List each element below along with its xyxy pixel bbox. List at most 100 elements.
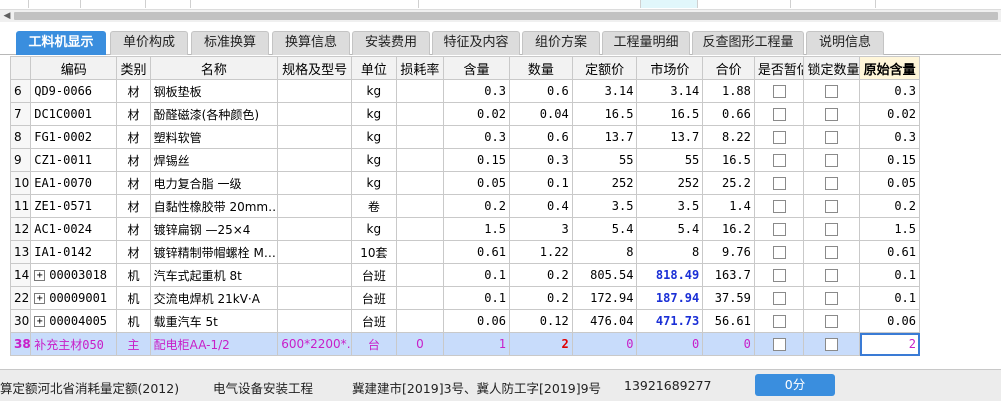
- cell-original-content[interactable]: 0.1: [859, 286, 920, 310]
- cell-unit[interactable]: 台班: [351, 263, 397, 287]
- cell-name[interactable]: 载重汽车 5t: [149, 309, 279, 333]
- cell-unit[interactable]: kg: [351, 102, 397, 126]
- cell-total-price[interactable]: 37.59: [702, 286, 755, 310]
- checkbox[interactable]: [825, 223, 839, 236]
- cell-quantity[interactable]: 0.6: [508, 125, 573, 149]
- cell-total-price[interactable]: 1.4: [702, 194, 755, 218]
- cell-lock-quantity[interactable]: [803, 309, 861, 333]
- cell-original-content[interactable]: 0.15: [859, 148, 920, 172]
- cell-market-price[interactable]: 16.5: [636, 102, 704, 126]
- cell-lock-quantity[interactable]: [803, 148, 861, 172]
- cell-original-content[interactable]: 0.05: [859, 171, 920, 195]
- header-lock-quantity[interactable]: 锁定数量: [803, 56, 861, 80]
- cell-content[interactable]: 1.5: [443, 217, 510, 241]
- cell-quantity[interactable]: 0.2: [508, 286, 573, 310]
- cell-quantity[interactable]: 3: [508, 217, 573, 241]
- cell-spec[interactable]: 600*2200*…: [277, 332, 353, 356]
- cell-content[interactable]: 0.61: [443, 240, 510, 264]
- checkbox[interactable]: [825, 315, 839, 328]
- cell-lock-quantity[interactable]: [803, 79, 861, 103]
- checkbox[interactable]: [825, 246, 839, 259]
- cell-total-price[interactable]: 0.66: [702, 102, 755, 126]
- tab-pricing-scheme[interactable]: 组价方案: [522, 31, 600, 55]
- cell-quantity[interactable]: 0.1: [508, 171, 573, 195]
- cell-market-price[interactable]: 252: [636, 171, 704, 195]
- cell-lock-quantity[interactable]: [803, 217, 861, 241]
- cell-total-price[interactable]: 56.61: [702, 309, 755, 333]
- cell-spec[interactable]: [277, 309, 353, 333]
- upper-grid-selected-cell[interactable]: [640, 0, 698, 8]
- cell-market-price[interactable]: 3.14: [636, 79, 704, 103]
- cell-unit[interactable]: 台班: [351, 309, 397, 333]
- cell-original-content[interactable]: 2: [859, 332, 920, 356]
- checkbox[interactable]: [772, 108, 786, 121]
- cell-loss-rate[interactable]: [395, 79, 445, 103]
- cell-is-estimate[interactable]: [753, 263, 805, 287]
- tab-unit-price-composition[interactable]: 单价构成: [110, 31, 188, 55]
- table-row[interactable]: 13 IA1-0142 材镀锌精制带帽螺栓 M… 10套 0.61 1.22 8 8 9.76 0…: [9, 240, 920, 264]
- cell-quantity[interactable]: 0.04: [508, 102, 573, 126]
- row-number[interactable]: 6: [9, 79, 32, 103]
- tab-conversion-info[interactable]: 换算信息: [272, 31, 350, 55]
- header-name[interactable]: 名称: [149, 56, 279, 80]
- cell-quota-price[interactable]: 172.94: [571, 286, 638, 310]
- header-original-content[interactable]: 原始含量: [859, 56, 920, 80]
- cell-unit[interactable]: 卷: [351, 194, 397, 218]
- cell-total-price[interactable]: 0: [702, 332, 755, 356]
- cell-name[interactable]: 钢板垫板: [149, 79, 279, 103]
- cell-code[interactable]: EA1-0070: [30, 171, 118, 195]
- cell-content[interactable]: 0.06: [443, 309, 510, 333]
- cell-unit[interactable]: kg: [351, 125, 397, 149]
- cell-content[interactable]: 1: [443, 332, 510, 356]
- cell-name[interactable]: 自黏性橡胶带 20mm…: [149, 194, 279, 218]
- table-row[interactable]: 30 +00004005 机载重汽车 5t 台班 0.06 0.12 476.04 471.7…: [9, 309, 920, 333]
- cell-total-price[interactable]: 9.76: [702, 240, 755, 264]
- cell-is-estimate[interactable]: [753, 240, 805, 264]
- table-row[interactable]: 8 FG1-0002 材塑料软管 kg 0.3 0.6 13.7 13.7 8.22 0.3: [9, 125, 920, 149]
- cell-content[interactable]: 0.05: [443, 171, 510, 195]
- checkbox[interactable]: [772, 338, 786, 351]
- cell-content[interactable]: 0.15: [443, 148, 510, 172]
- horizontal-scrollbar[interactable]: ◀: [0, 9, 1001, 22]
- tab-installation-fee[interactable]: 安装费用: [352, 31, 430, 55]
- cell-original-content[interactable]: 0.3: [859, 79, 920, 103]
- checkbox[interactable]: [825, 292, 839, 305]
- cell-lock-quantity[interactable]: [803, 125, 861, 149]
- cell-spec[interactable]: [277, 102, 353, 126]
- cell-lock-quantity[interactable]: [803, 263, 861, 287]
- cell-quota-price[interactable]: 5.4: [571, 217, 638, 241]
- cell-code[interactable]: IA1-0142: [30, 240, 118, 264]
- cell-total-price[interactable]: 25.2: [702, 171, 755, 195]
- checkbox[interactable]: [772, 223, 786, 236]
- header-is-estimate[interactable]: 是否暂估: [753, 56, 805, 80]
- cell-original-content[interactable]: 0.61: [859, 240, 920, 264]
- cell-lock-quantity[interactable]: [803, 194, 861, 218]
- table-row[interactable]: 14 +00003018 机汽车式起重机 8t 台班 0.1 0.2 805.54 818.4…: [9, 263, 920, 287]
- cell-is-estimate[interactable]: [753, 286, 805, 310]
- checkbox[interactable]: [825, 200, 839, 213]
- cell-original-content[interactable]: 1.5: [859, 217, 920, 241]
- checkbox[interactable]: [825, 108, 839, 121]
- cell-quota-price[interactable]: 8: [571, 240, 638, 264]
- cell-loss-rate[interactable]: [395, 263, 445, 287]
- cell-quantity[interactable]: 0.2: [508, 263, 573, 287]
- checkbox[interactable]: [825, 154, 839, 167]
- cell-quota-price[interactable]: 16.5: [571, 102, 638, 126]
- cell-original-content[interactable]: 0.2: [859, 194, 920, 218]
- cell-type[interactable]: 材: [116, 171, 151, 195]
- cell-loss-rate[interactable]: [395, 240, 445, 264]
- cell-is-estimate[interactable]: [753, 125, 805, 149]
- cell-quota-price[interactable]: 805.54: [571, 263, 638, 287]
- header-market-price[interactable]: 市场价: [636, 56, 704, 80]
- cell-market-price[interactable]: 5.4: [636, 217, 704, 241]
- cell-quantity[interactable]: 0.12: [508, 309, 573, 333]
- table-row[interactable]: 10 EA1-0070 材电力复合脂 一级 kg 0.05 0.1 252 252 25.2 0.…: [9, 171, 920, 195]
- cell-market-price[interactable]: 55: [636, 148, 704, 172]
- cell-type[interactable]: 机: [116, 263, 151, 287]
- tab-labor-material-machine[interactable]: 工料机显示: [16, 31, 106, 55]
- cell-name[interactable]: 汽车式起重机 8t: [149, 263, 279, 287]
- cell-type[interactable]: 材: [116, 102, 151, 126]
- cell-total-price[interactable]: 1.88: [702, 79, 755, 103]
- cell-code[interactable]: ZE1-0571: [30, 194, 118, 218]
- table-row[interactable]: 7 DC1C0001 材酚醛磁漆(各种颜色) kg 0.02 0.04 16.5 16.5 0.…: [9, 102, 920, 126]
